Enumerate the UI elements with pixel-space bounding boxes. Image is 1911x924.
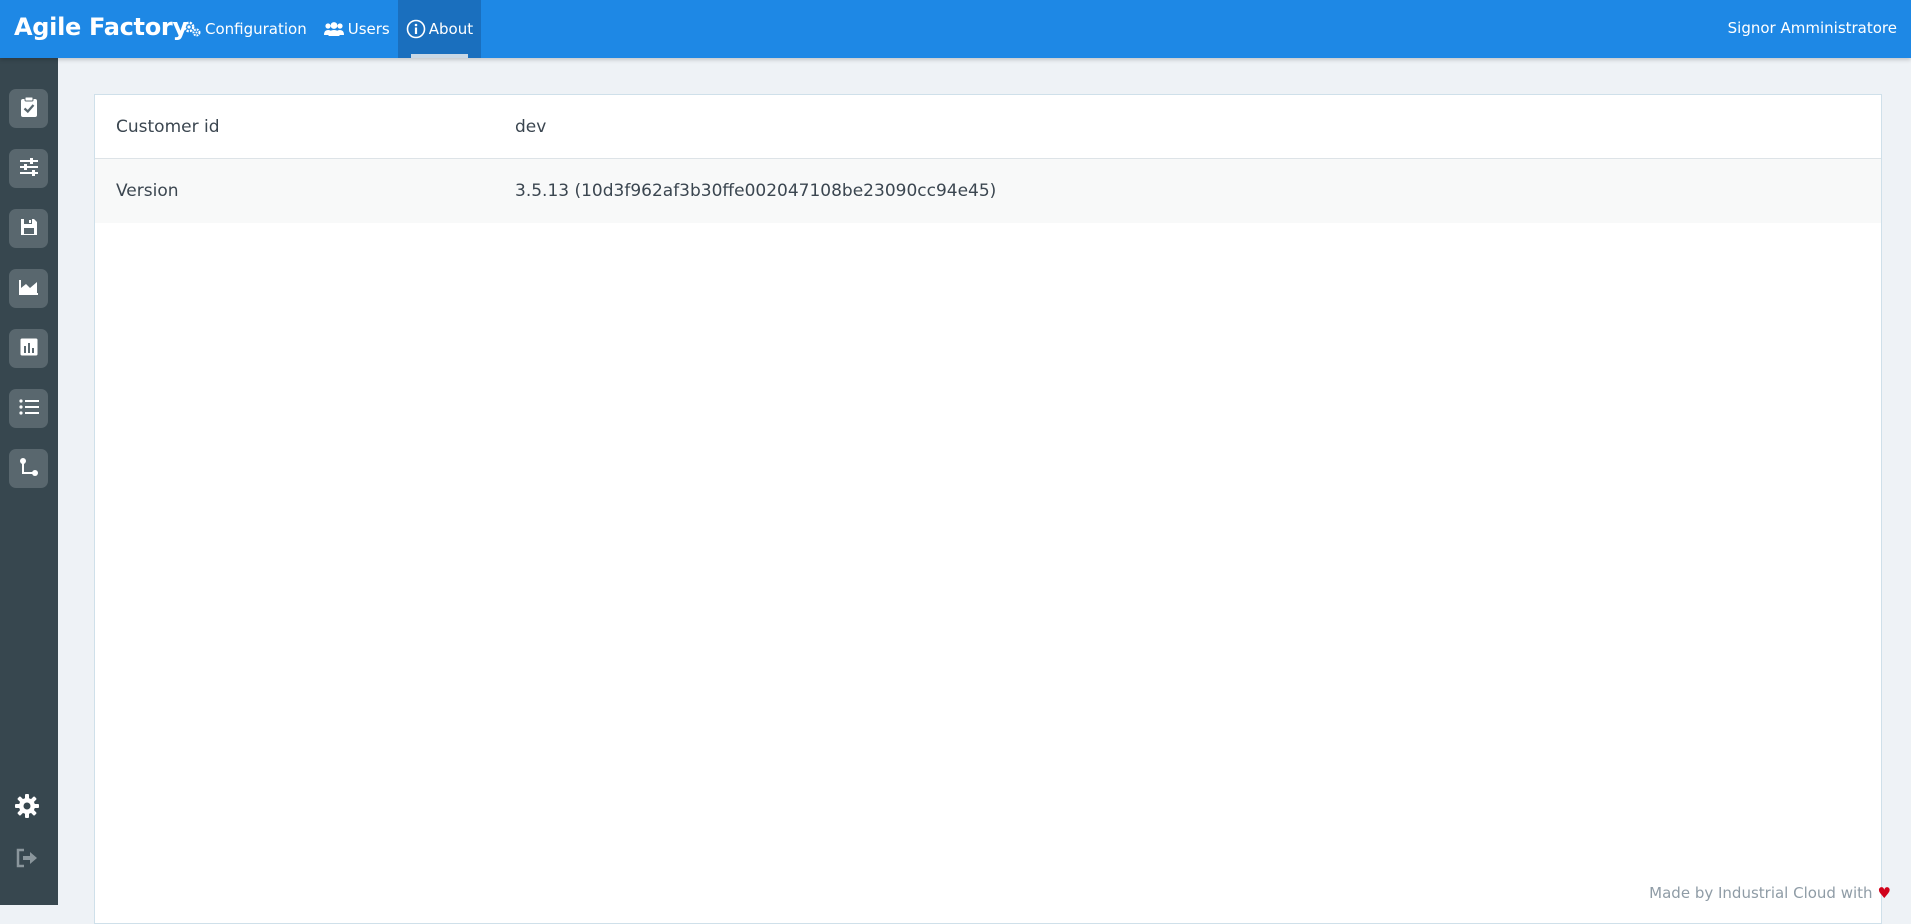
sidebar-item-save[interactable] bbox=[9, 209, 48, 248]
clipboard-check-icon bbox=[19, 96, 39, 122]
sliders-icon bbox=[18, 157, 40, 181]
sidebar-item-list[interactable] bbox=[9, 389, 48, 428]
area-chart-icon bbox=[18, 278, 40, 300]
sidebar-item-tasks[interactable] bbox=[9, 89, 48, 128]
flow-icon bbox=[19, 457, 39, 481]
users-icon bbox=[323, 21, 345, 37]
nav-item-label: About bbox=[428, 20, 474, 38]
main-nav: Configuration Users About bbox=[174, 0, 482, 58]
sidebar-item-logout[interactable] bbox=[12, 845, 42, 875]
gear-icon bbox=[14, 793, 40, 823]
customer-id-label: Customer id bbox=[116, 116, 220, 137]
sidebar-item-production[interactable] bbox=[9, 269, 48, 308]
sidebar-item-settings-sliders[interactable] bbox=[9, 149, 48, 188]
nav-item-label: Configuration bbox=[205, 20, 307, 38]
bar-chart-icon bbox=[19, 337, 39, 361]
sidebar bbox=[0, 58, 58, 905]
heart-icon: ♥ bbox=[1877, 884, 1891, 902]
sidebar-item-reports[interactable] bbox=[9, 329, 48, 368]
cogs-icon bbox=[182, 20, 202, 38]
footer-credit: Made by Industrial Cloud with ♥ bbox=[1649, 884, 1891, 902]
list-icon bbox=[18, 398, 40, 420]
sign-out-icon bbox=[15, 848, 39, 872]
customer-id-value: dev bbox=[515, 116, 547, 137]
user-menu[interactable]: Signor Amministratore bbox=[1728, 19, 1897, 37]
version-label: Version bbox=[116, 181, 179, 201]
info-circle-icon bbox=[406, 19, 426, 39]
footer-credit-text: Made by Industrial Cloud with bbox=[1649, 884, 1873, 902]
table-row: Version 3.5.13 (10d3f962af3b30ffe0020471… bbox=[95, 159, 1881, 223]
nav-item-configuration[interactable]: Configuration bbox=[174, 0, 315, 58]
app-title[interactable]: Agile Factory bbox=[14, 13, 188, 41]
nav-item-about[interactable]: About bbox=[397, 0, 482, 58]
version-value: 3.5.13 (10d3f962af3b30ffe002047108be2309… bbox=[515, 181, 997, 201]
about-card: Customer id dev Version 3.5.13 (10d3f962… bbox=[94, 94, 1882, 924]
sidebar-item-flow[interactable] bbox=[9, 449, 48, 488]
sidebar-item-settings[interactable] bbox=[12, 793, 42, 823]
table-row: Customer id dev bbox=[95, 95, 1881, 159]
nav-item-label: Users bbox=[347, 20, 390, 38]
floppy-disk-icon bbox=[19, 217, 39, 241]
nav-item-users[interactable]: Users bbox=[315, 0, 398, 58]
top-navbar: Agile Factory Configuration Users About … bbox=[0, 0, 1911, 58]
